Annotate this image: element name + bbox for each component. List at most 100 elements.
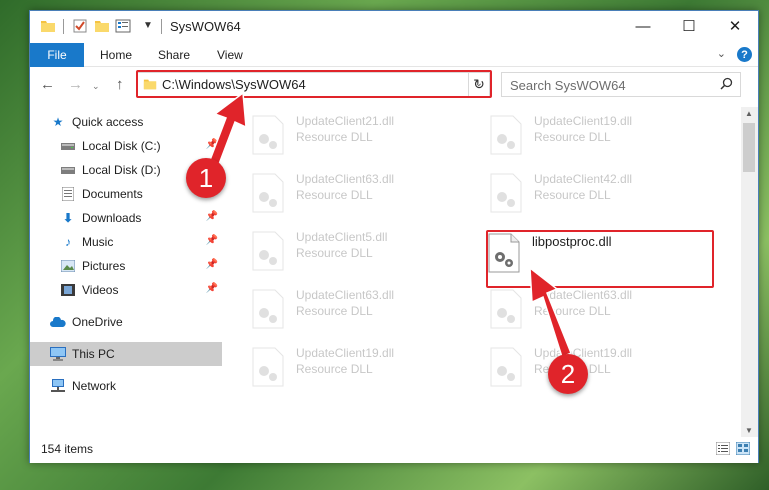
sidebar-item-local-disk-c[interactable]: Local Disk (C:) 📌 <box>30 134 222 158</box>
scroll-down-icon[interactable]: ▼ <box>745 426 753 435</box>
file-type: Resource DLL <box>296 130 373 144</box>
file-name: UpdateClient19.dll <box>534 114 633 128</box>
up-arrow-icon[interactable]: ↑ <box>116 76 124 93</box>
drive-icon <box>60 138 76 154</box>
file-item[interactable]: UpdateClient42.dll Resource DLL <box>464 165 694 223</box>
sidebar-item-label: This PC <box>72 347 115 361</box>
file-name: UpdateClient63.dll <box>534 288 633 302</box>
tab-view[interactable]: View <box>217 48 243 62</box>
pin-icon: 📌 <box>205 283 218 294</box>
new-folder-icon[interactable] <box>94 18 110 34</box>
file-type: Resource DLL <box>534 304 611 318</box>
sidebar-item-label: Documents <box>82 187 143 201</box>
maximize-button[interactable]: ☐ <box>666 11 712 41</box>
sidebar-item-videos[interactable]: Videos 📌 <box>30 278 222 302</box>
sidebar-item-downloads[interactable]: ⬇ Downloads 📌 <box>30 206 222 230</box>
pictures-icon <box>60 258 76 274</box>
computer-icon <box>50 346 66 362</box>
pin-icon: 📌 <box>205 259 218 270</box>
toolbar-separator <box>161 19 162 34</box>
tab-share[interactable]: Share <box>158 48 190 62</box>
recent-locations-chevron-icon[interactable]: ⌄ <box>92 81 100 92</box>
file-name: UpdateClient21.dll <box>296 114 395 128</box>
tab-file[interactable]: File <box>30 43 84 67</box>
file-item[interactable]: UpdateClient63.dll Resource DLL <box>226 281 456 339</box>
ribbon: File Home Share View ⌄ ? <box>30 43 758 67</box>
documents-icon <box>60 186 76 202</box>
expand-ribbon-icon[interactable]: ⌄ <box>717 47 726 60</box>
dll-file-icon <box>490 347 522 387</box>
back-arrow-icon[interactable]: ← <box>40 76 55 93</box>
file-item[interactable]: UpdateClient63.dll Resource DLL <box>226 165 456 223</box>
status-bar: 154 items <box>30 437 758 463</box>
sidebar-item-this-pc[interactable]: This PC <box>30 342 222 366</box>
explorer-window: ▼ SysWOW64 — ☐ ✕ File Home Share View ⌄ … <box>29 10 759 463</box>
details-view-icon[interactable] <box>716 442 730 455</box>
dll-file-icon <box>252 347 284 387</box>
sidebar-item-label: Local Disk (D:) <box>82 163 161 177</box>
file-type: Resource DLL <box>296 362 373 376</box>
sidebar-item-label: Downloads <box>82 211 142 225</box>
download-icon: ⬇ <box>62 211 74 225</box>
search-input[interactable]: Search SysWOW64 <box>501 72 741 97</box>
sidebar-item-label: OneDrive <box>72 315 123 329</box>
properties-check-icon[interactable] <box>72 18 88 34</box>
help-icon[interactable]: ? <box>737 47 752 62</box>
videos-icon <box>60 282 76 298</box>
pin-icon: 📌 <box>205 139 218 150</box>
dll-file-icon <box>252 289 284 329</box>
music-icon: ♪ <box>65 235 71 249</box>
sidebar-item-onedrive[interactable]: OneDrive <box>30 310 222 334</box>
sidebar-item-label: Local Disk (C:) <box>82 139 161 153</box>
close-button[interactable]: ✕ <box>712 11 758 41</box>
sidebar-item-music[interactable]: ♪ Music 📌 <box>30 230 222 254</box>
folder-icon[interactable] <box>40 18 56 34</box>
step-2-badge: 2 <box>548 354 588 394</box>
sidebar-item-quick-access[interactable]: ★ Quick access <box>30 110 222 134</box>
item-count: 154 items <box>41 442 94 456</box>
search-icon[interactable] <box>720 77 733 90</box>
sidebar-item-network[interactable]: Network <box>30 374 222 398</box>
scroll-up-icon[interactable]: ▲ <box>745 109 753 118</box>
dll-file-icon <box>252 115 284 155</box>
customize-toolbar-icon[interactable] <box>115 18 131 34</box>
pin-icon: 📌 <box>205 211 218 222</box>
forward-arrow-icon[interactable]: → <box>68 76 83 93</box>
minimize-button[interactable]: — <box>620 11 666 41</box>
sidebar-item-label: Pictures <box>82 259 126 273</box>
search-placeholder: Search SysWOW64 <box>510 78 626 93</box>
large-icons-view-icon[interactable] <box>736 442 750 455</box>
address-highlight-box <box>136 70 492 98</box>
file-item[interactable]: UpdateClient19.dll Resource DLL <box>226 339 456 397</box>
dll-file-icon <box>490 173 522 213</box>
dll-file-icon <box>490 115 522 155</box>
navigation-pane: ★ Quick access Local Disk (C:) 📌 Local D… <box>30 107 225 437</box>
file-name: UpdateClient19.dll <box>534 346 633 360</box>
dll-file-icon <box>490 289 522 329</box>
file-name: UpdateClient42.dll <box>534 172 633 186</box>
sidebar-item-label: Quick access <box>72 115 144 129</box>
tab-home[interactable]: Home <box>100 48 132 62</box>
network-icon <box>50 378 66 394</box>
vertical-scrollbar[interactable]: ▲ ▼ <box>741 107 758 437</box>
title-bar: ▼ SysWOW64 — ☐ ✕ <box>30 11 758 43</box>
sidebar-item-label: Network <box>72 379 117 393</box>
file-item[interactable]: UpdateClient63.dll Resource DLL <box>464 281 694 339</box>
cloud-icon <box>50 314 66 330</box>
file-type: Resource DLL <box>296 246 373 260</box>
drive-icon <box>60 162 76 178</box>
scroll-thumb[interactable] <box>743 123 755 172</box>
file-type: Resource DLL <box>534 130 611 144</box>
sidebar-item-pictures[interactable]: Pictures 📌 <box>30 254 222 278</box>
file-name: UpdateClient63.dll <box>296 288 395 302</box>
sidebar-item-label: Videos <box>82 283 119 297</box>
file-item[interactable]: UpdateClient19.dll Resource DLL <box>464 107 694 165</box>
sidebar-item-label: Music <box>82 235 114 249</box>
window-title: SysWOW64 <box>170 19 241 34</box>
file-item[interactable]: UpdateClient5.dll Resource DLL <box>226 223 456 281</box>
quick-access-dropdown-icon[interactable]: ▼ <box>143 20 153 31</box>
file-item[interactable]: UpdateClient21.dll Resource DLL <box>226 107 456 165</box>
file-name: UpdateClient19.dll <box>296 346 395 360</box>
file-type: Resource DLL <box>296 304 373 318</box>
file-type: Resource DLL <box>296 188 373 202</box>
